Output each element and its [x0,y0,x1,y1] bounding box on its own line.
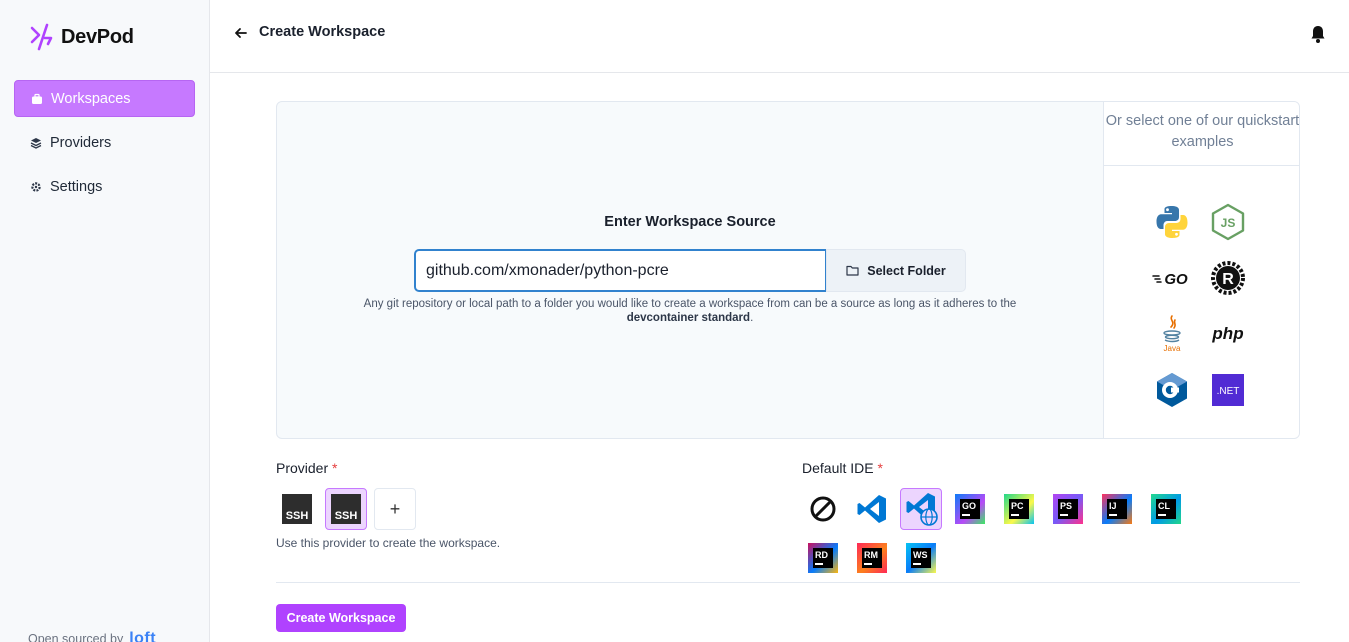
quickstart-cpp[interactable] [1152,370,1192,410]
ide-option-webstorm[interactable]: WS [900,537,942,579]
quickstart-go[interactable]: GO [1152,258,1192,298]
java-icon: Java [1163,315,1181,353]
sidebar: DevPod Workspaces Providers Settings Ope… [0,0,210,642]
ide-option-goland[interactable]: GO [949,488,991,530]
default-ide-label-text: Default IDE [802,460,874,476]
devcontainer-standard-link[interactable]: devcontainer standard [627,312,750,324]
source-title: Enter Workspace Source [604,214,776,230]
select-folder-button[interactable]: Select Folder [826,249,966,292]
select-folder-label: Select Folder [867,263,946,278]
ide-option-rubymine[interactable]: RM [851,537,893,579]
required-mark: * [877,460,883,476]
bell-icon[interactable] [1309,24,1327,44]
page-title: Create Workspace [259,24,386,40]
sidebar-nav: Workspaces Providers Settings [14,80,195,212]
page-header: Create Workspace [210,0,1349,73]
open-sourced-text: Open sourced by [28,632,124,642]
devpod-logo[interactable]: DevPod [29,22,134,52]
svg-text:php: php [1211,324,1243,343]
php-icon: php [1211,324,1243,343]
rubymine-icon: RM [857,543,887,573]
clion-icon: CL [1151,494,1181,524]
gear-icon [31,181,41,192]
briefcase-icon [32,93,42,104]
provider-label: Provider * [276,460,337,476]
devpod-logo-icon [30,23,53,51]
sidebar-item-label: Providers [50,134,112,151]
provider-option-ssh[interactable]: SSH [276,488,318,530]
source-input-area: Enter Workspace Source Select Folder Any… [277,102,1103,438]
ide-option-intellij[interactable]: IJ [1096,488,1138,530]
source-helper-text: Any git repository or local path to a fo… [347,297,1033,325]
quickstart-title: Or select one of our quickstart examples [1104,102,1299,166]
quickstart-java[interactable]: Java [1152,314,1192,354]
workspace-source-panel: Enter Workspace Source Select Folder Any… [276,101,1300,439]
app-name: DevPod [61,25,134,48]
sidebar-item-label: Workspaces [51,90,131,107]
workspace-source-input[interactable] [414,249,827,292]
ssh-icon: SSH [282,494,312,524]
nodejs-icon: JS [1211,203,1245,241]
dotnet-icon: .NET [1212,374,1244,406]
quickstart-panel: Or select one of our quickstart examples… [1103,102,1299,438]
rider-icon: RD [808,543,838,573]
sidebar-item-workspaces[interactable]: Workspaces [14,80,195,117]
open-sourced-footer: Open sourced by loft [28,630,156,642]
goland-icon: GO [955,494,985,524]
quickstart-rust[interactable]: R [1208,258,1248,298]
svg-text:GO: GO [1164,271,1188,288]
provider-helper-text: Use this provider to create the workspac… [276,536,501,550]
ide-option-openvscode[interactable] [900,488,942,530]
svg-text:R: R [1222,271,1234,288]
ssh-icon: SSH [331,494,361,524]
default-ide-label: Default IDE * [802,460,883,476]
ide-option-phpstorm[interactable]: PS [1047,488,1089,530]
ide-option-vscode[interactable] [851,488,893,530]
svg-text:JS: JS [1221,216,1236,230]
svg-text:Java: Java [1164,344,1181,353]
layers-icon [30,137,42,149]
provider-option-ssh-selected[interactable]: SSH [325,488,367,530]
quickstart-dotnet[interactable]: .NET [1208,370,1248,410]
svg-text:.NET: .NET [1217,386,1240,397]
go-icon: GO [1152,271,1188,288]
rust-icon: R [1211,261,1245,295]
openvscode-icon [906,493,938,526]
folder-icon [846,265,859,276]
pycharm-icon: PC [1004,494,1034,524]
sidebar-item-providers[interactable]: Providers [14,124,195,161]
add-provider-button[interactable]: + [374,488,416,530]
quickstart-python[interactable] [1152,202,1192,242]
provider-options: SSH SSH + [276,488,416,530]
ide-options: GO PC PS IJ CL RD RM WS [802,488,1202,579]
sidebar-item-settings[interactable]: Settings [14,168,195,205]
back-arrow-icon[interactable] [232,24,250,42]
vscode-icon [857,495,886,523]
helper-text-prefix: Any git repository or local path to a fo… [363,298,1017,310]
provider-label-text: Provider [276,460,329,476]
quickstart-nodejs[interactable]: JS [1208,202,1248,242]
required-mark: * [332,460,338,476]
form-divider [276,582,1300,583]
ide-option-none[interactable] [802,488,844,530]
sidebar-item-label: Settings [50,178,103,195]
helper-text-suffix: . [750,312,754,324]
none-icon [810,496,836,522]
intellij-icon: IJ [1102,494,1132,524]
create-workspace-button[interactable]: Create Workspace [276,604,406,632]
loft-logo[interactable]: loft [129,630,156,642]
python-icon [1156,206,1188,238]
quickstart-grid: JS GO R Java php .NET [1152,202,1248,410]
quickstart-php[interactable]: php [1208,314,1248,354]
webstorm-icon: WS [906,543,936,573]
ide-option-pycharm[interactable]: PC [998,488,1040,530]
ide-option-clion[interactable]: CL [1145,488,1187,530]
phpstorm-icon: PS [1053,494,1083,524]
cpp-icon [1157,373,1187,407]
ide-option-rider[interactable]: RD [802,537,844,579]
